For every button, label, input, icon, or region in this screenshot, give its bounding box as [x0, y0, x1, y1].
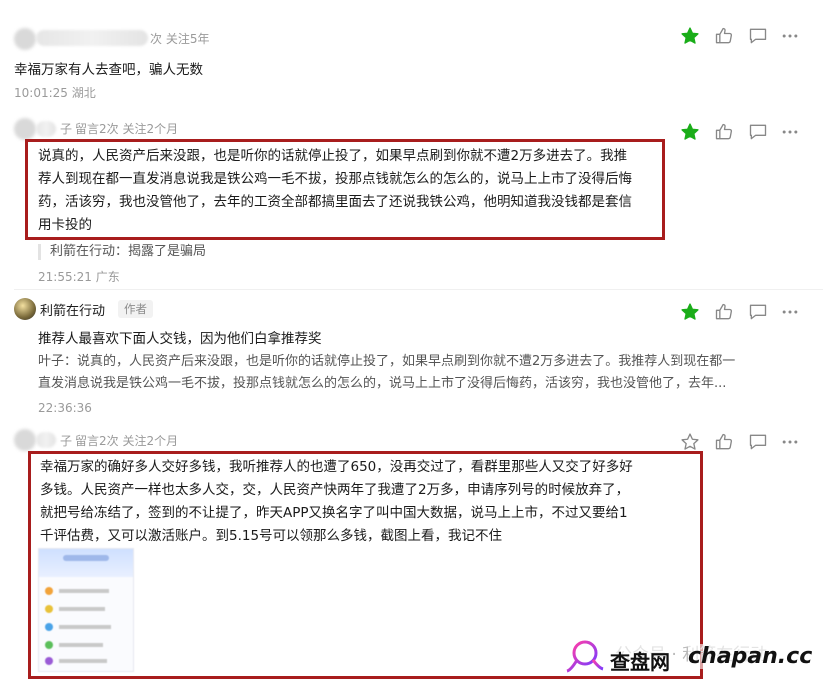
- comment-meta: 留言2次 关注2个月: [75, 434, 179, 448]
- comment-line: 用卡投的: [38, 217, 92, 233]
- username-blurred: [36, 30, 148, 46]
- reply-bar: [38, 244, 41, 260]
- comment-line: 说真的，人民资产后来没跟，也是听你的话就停止投了，如果早点刷到你就不遭2万多进去…: [38, 148, 628, 164]
- comment-line: 药，活该穷，我也没管他了，去年的工资全部都搞里面去了还说我铁公鸡，他明知道我没钱…: [38, 194, 632, 210]
- username-blurred: [36, 432, 56, 448]
- comment-text: 幸福万家有人去查吧，骗人无数: [14, 62, 203, 78]
- reply-text: 利箭在行动：揭露了是骗局: [50, 244, 207, 259]
- comment-actions: [680, 302, 800, 326]
- site-logo-icon: [565, 638, 605, 674]
- comment-text: 说真的，人民资产后来没跟，也是听你的话就停止投了，如果早点刷到你就不遭2万多进去…: [38, 145, 663, 237]
- app-screenshot-thumbnail[interactable]: [38, 548, 134, 672]
- comment-footer: 21:55:21 广东: [38, 270, 120, 284]
- username-blurred: [36, 121, 56, 137]
- avatar: [14, 28, 36, 50]
- site-name-en: chapan.cc: [688, 644, 813, 669]
- avatar: [14, 118, 36, 140]
- username-suffix: 子: [60, 122, 73, 136]
- comment-footer: 22:36:36: [38, 401, 92, 415]
- comment-footer: 10:01:25 湖北: [14, 86, 96, 100]
- comment-text: 推荐人最喜欢下面人交钱，因为他们白拿推荐奖: [38, 331, 322, 347]
- comment-actions: [680, 26, 800, 50]
- author-avatar: [14, 298, 36, 320]
- comment-line: 千评估费，又可以激活账户。到5.15号可以领那么多钱，截图上看，我记不住: [40, 528, 503, 544]
- avatar: [14, 429, 36, 451]
- comment-line: 幸福万家的确好多人交好多钱，我听推荐人的也遭了650，没再交过了，看群里那些人又…: [40, 459, 633, 475]
- comment-text: 幸福万家的确好多人交好多钱，我听推荐人的也遭了650，没再交过了，看群里那些人又…: [40, 456, 690, 548]
- quote-line: 直发消息说我是铁公鸡一毛不拔，投那点钱就怎么的怎么的，说马上上市了没得后悔药，活…: [38, 376, 727, 391]
- comment-line: 荐人到现在都一直发消息说我是铁公鸡一毛不拔，投那点钱就怎么的怎么的，说马上上市了…: [38, 171, 632, 187]
- author-name[interactable]: 利箭在行动: [40, 300, 105, 319]
- quote-line: 叶子：说真的，人民资产后来没跟，也是听你的话就停止投了，如果早点刷到你就不遭2万…: [38, 354, 736, 369]
- author-tag: 作者: [118, 300, 153, 318]
- quoted-reply: 叶子：说真的，人民资产后来没跟，也是听你的话就停止投了，如果早点刷到你就不遭2万…: [38, 351, 828, 395]
- divider: [14, 289, 823, 290]
- site-name-cn: 查盘网: [610, 646, 670, 675]
- comment-line: 多钱。人民资产一样也太多人交，交，人民资产快两年了我遭了2万多，申请序列号的时候…: [40, 482, 630, 498]
- comment-meta: 次 关注5年: [150, 32, 210, 46]
- comment-actions: [680, 122, 800, 146]
- username-suffix: 子: [60, 434, 73, 448]
- comment-meta: 留言2次 关注2个月: [75, 122, 179, 136]
- comment-line: 就把号给冻结了，签到的不让提了，昨天APP又换名字了叫中国大数据，说马上上市，不…: [40, 505, 628, 521]
